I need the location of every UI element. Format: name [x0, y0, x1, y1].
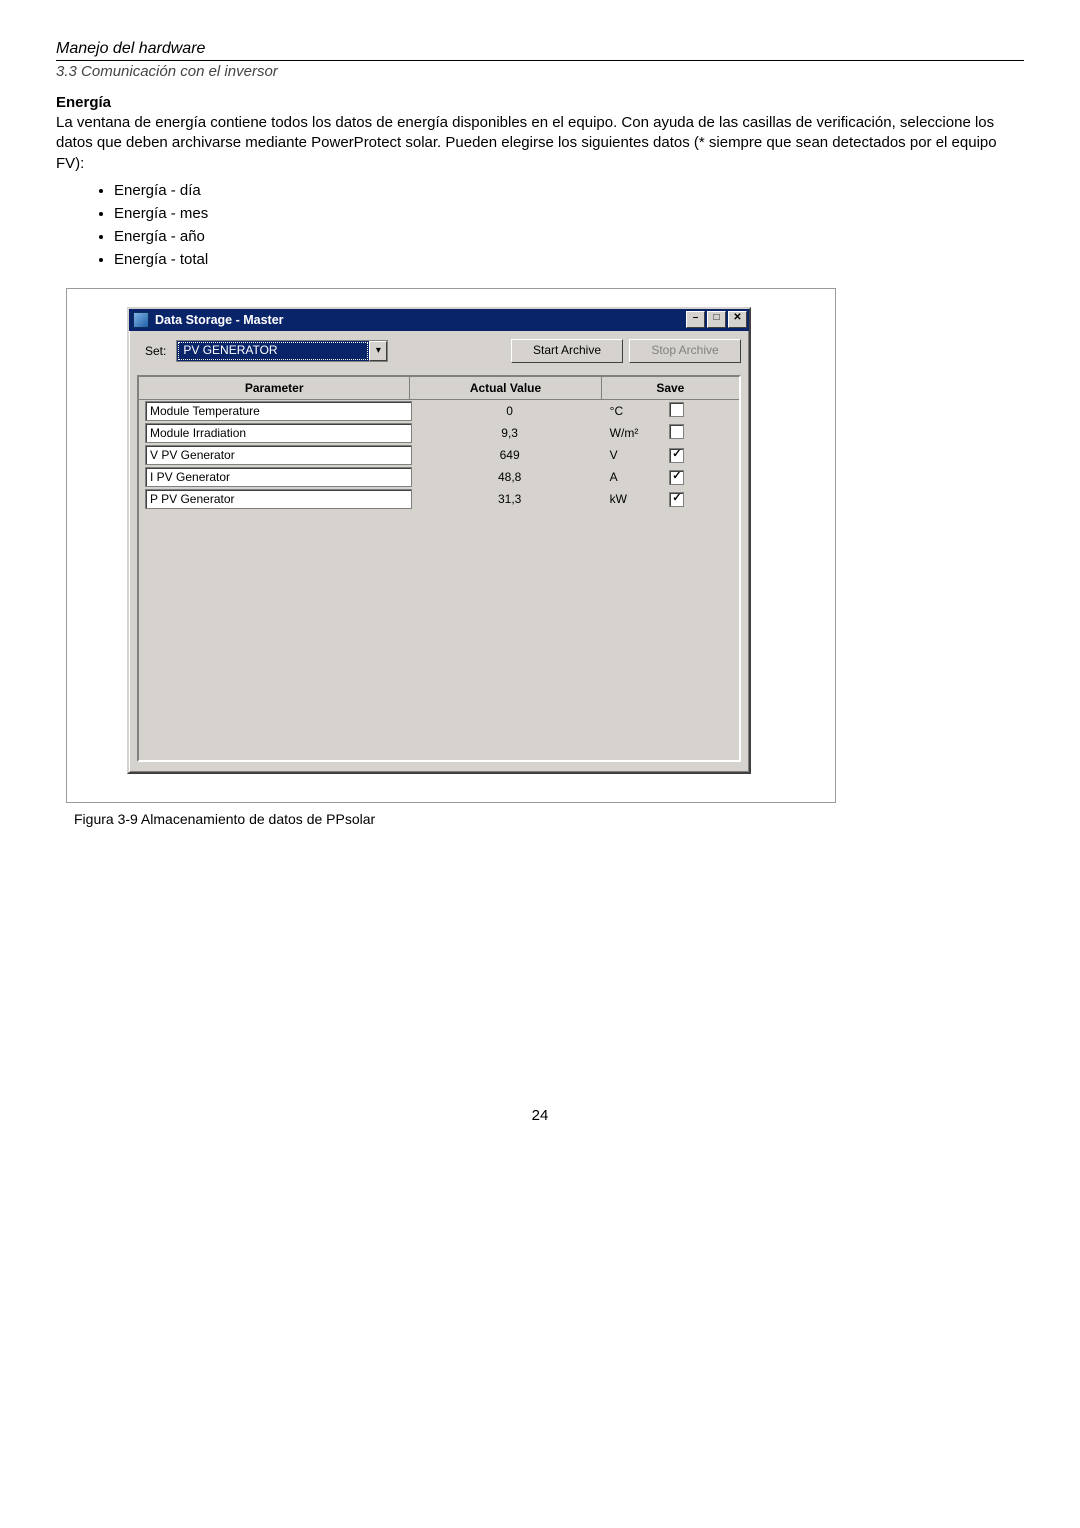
parameter-grid: Parameter Actual Value Save Module Tempe… [137, 375, 741, 762]
actual-value: 48,8 [418, 470, 602, 484]
table-row: I PV Generator 48,8 A [139, 466, 739, 488]
section-title: 3.3 Comunicación con el inversor [56, 63, 1024, 80]
col-header-value: Actual Value [410, 377, 601, 399]
save-checkbox[interactable] [669, 492, 684, 507]
window-title: Data Storage - Master [155, 313, 686, 327]
actual-value: 31,3 [418, 492, 602, 506]
minimize-icon[interactable] [686, 311, 705, 328]
param-input[interactable]: P PV Generator [145, 489, 412, 509]
set-dropdown[interactable]: PV GENERATOR [176, 340, 388, 362]
list-item: Energía - día [114, 182, 1024, 199]
list-item: Energía - año [114, 228, 1024, 245]
table-row: V PV Generator 649 V [139, 444, 739, 466]
intro-paragraph: La ventana de energía contiene todos los… [56, 113, 1024, 174]
col-header-save: Save [602, 377, 739, 399]
list-item: Energía - mes [114, 205, 1024, 222]
unit-label: A [602, 470, 670, 484]
table-row: Module Irradiation 9,3 W/m² [139, 422, 739, 444]
unit-label: W/m² [602, 426, 670, 440]
set-dropdown-value: PV GENERATOR [177, 341, 369, 361]
unit-label: °C [602, 404, 670, 418]
table-row: P PV Generator 31,3 kW [139, 488, 739, 510]
actual-value: 0 [418, 404, 602, 418]
save-checkbox[interactable] [669, 402, 684, 417]
window-data-storage: Data Storage - Master Set: PV GENERATOR … [127, 307, 751, 774]
save-checkbox[interactable] [669, 448, 684, 463]
col-header-parameter: Parameter [139, 377, 410, 399]
chevron-down-icon[interactable] [369, 341, 387, 361]
param-input[interactable]: Module Irradiation [145, 423, 412, 443]
param-input[interactable]: V PV Generator [145, 445, 412, 465]
heading-energia: Energía [56, 94, 1024, 111]
titlebar[interactable]: Data Storage - Master [129, 309, 749, 331]
param-input[interactable]: Module Temperature [145, 401, 412, 421]
list-item: Energía - total [114, 251, 1024, 268]
actual-value: 9,3 [418, 426, 602, 440]
save-checkbox[interactable] [669, 424, 684, 439]
stop-archive-button: Stop Archive [629, 339, 741, 363]
unit-label: kW [602, 492, 670, 506]
save-checkbox[interactable] [669, 470, 684, 485]
start-archive-button[interactable]: Start Archive [511, 339, 623, 363]
figure-caption: Figura 3-9 Almacenamiento de datos de PP… [74, 811, 1024, 827]
maximize-icon[interactable] [707, 311, 726, 328]
figure-frame: Data Storage - Master Set: PV GENERATOR … [66, 288, 836, 803]
close-icon[interactable] [728, 311, 747, 328]
page-number: 24 [56, 1107, 1024, 1124]
unit-label: V [602, 448, 670, 462]
grid-empty-area [139, 510, 739, 760]
set-label: Set: [137, 344, 170, 358]
chapter-title: Manejo del hardware [56, 40, 1024, 61]
table-row: Module Temperature 0 °C [139, 400, 739, 422]
actual-value: 649 [418, 448, 602, 462]
energy-bullet-list: Energía - día Energía - mes Energía - añ… [86, 182, 1024, 268]
param-input[interactable]: I PV Generator [145, 467, 412, 487]
app-icon [133, 312, 149, 328]
